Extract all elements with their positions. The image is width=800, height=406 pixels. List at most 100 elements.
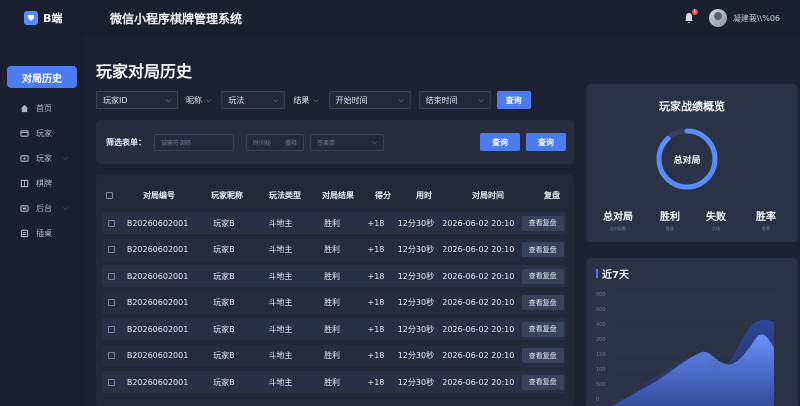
table-row: B20260602001 玩家B 斗地主 胜利 +18 12分30秒 2026-06-02 … bbox=[102, 318, 566, 340]
cell-result: 胜利 bbox=[324, 298, 341, 307]
sidebar-item-label: 后台 bbox=[36, 204, 52, 213]
result-label: 结果 bbox=[293, 95, 310, 105]
end-time-select[interactable]: 结束时间 ⌵ bbox=[418, 91, 491, 109]
logo-icon bbox=[24, 11, 38, 25]
table-row: B20260602001 玩家B 斗地主 胜利 +18 12分30秒 2026-06-02 … bbox=[102, 371, 566, 393]
start-time-select[interactable]: 开始时间 ⌵ bbox=[328, 91, 411, 109]
stat-winrate-label: 胜率 bbox=[756, 212, 776, 223]
chevron-down-icon: ⌵ bbox=[206, 95, 212, 104]
cell-result: 胜利 bbox=[324, 218, 341, 228]
play-type-select[interactable]: 玩法 ⌵ bbox=[221, 91, 286, 109]
stat-wins: 胜利 胜场 bbox=[648, 208, 692, 232]
cell-play-type: 斗地主 bbox=[268, 324, 293, 334]
filter-input-keyword[interactable]: 诚输符调碲 bbox=[154, 133, 234, 151]
cell-play-type: 斗地主 bbox=[268, 271, 293, 281]
sidebar-item-players-group[interactable]: 玩家 ⌵ bbox=[0, 146, 84, 171]
cell-score: +18 bbox=[367, 351, 385, 360]
result-filter[interactable]: 结果 ⌵ bbox=[293, 95, 318, 106]
cell-nickname: 玩家B bbox=[213, 377, 235, 387]
cell-time: 2026-06-02 20:10 bbox=[442, 245, 515, 254]
table-icon bbox=[20, 229, 29, 238]
sidebar-item-label: 棋牌 bbox=[36, 179, 52, 188]
filter-input-time-placeholder-2: 撒释 bbox=[284, 139, 297, 147]
chevron-down-icon: ⌵ bbox=[398, 95, 404, 104]
trend-area-chart: 800 600 400 200 150 100 500 0 bbox=[596, 292, 776, 406]
player-id-select[interactable]: 玩家ID ⌵ bbox=[96, 91, 178, 109]
sidebar-item-label: 首页 bbox=[36, 104, 52, 113]
end-time-value: 结束时间 bbox=[425, 95, 458, 105]
view-replay-button[interactable]: 查看复盘 bbox=[521, 242, 564, 257]
filter-query-button[interactable]: 查询 bbox=[480, 133, 520, 151]
notification-badge: 1 bbox=[691, 9, 698, 15]
view-replay-button[interactable]: 查看复盘 bbox=[521, 348, 564, 363]
cell-play-type: 斗地主 bbox=[268, 298, 293, 307]
cell-result: 胜利 bbox=[324, 377, 341, 387]
header-match-id: 对局编号 bbox=[143, 190, 175, 200]
row-checkbox[interactable] bbox=[108, 219, 116, 227]
cell-duration: 12分30秒 bbox=[397, 351, 435, 360]
view-replay-button[interactable]: 查看复盘 bbox=[521, 321, 564, 337]
y-tick-label: 0 bbox=[596, 397, 599, 403]
cell-result: 胜利 bbox=[324, 324, 341, 334]
row-checkbox[interactable] bbox=[108, 378, 116, 386]
row-checkbox[interactable] bbox=[108, 272, 116, 280]
system-title: 微信小程序棋牌管理系统 bbox=[110, 11, 243, 26]
y-tick-label: 200 bbox=[596, 337, 606, 343]
cell-play-type: 斗地主 bbox=[268, 218, 293, 228]
sidebar-item-boards[interactable]: 棋牌 bbox=[0, 171, 84, 196]
row-checkbox[interactable] bbox=[108, 246, 116, 253]
row-checkbox[interactable] bbox=[108, 299, 116, 306]
row-checkbox[interactable] bbox=[108, 325, 116, 333]
y-tick-label: 400 bbox=[596, 322, 606, 328]
cell-id: B20260602001 bbox=[126, 351, 189, 360]
filter-input-time[interactable]: 时间秘 撒释 bbox=[246, 133, 304, 151]
app-logo[interactable]: B端 bbox=[24, 10, 106, 26]
stat-losses: 失败 负场 bbox=[694, 208, 738, 232]
notification-button[interactable]: 1 bbox=[683, 9, 698, 24]
table-row: B20260602001 玩家B 斗地主 胜利 +18 12分30秒 2026-06-02 … bbox=[102, 265, 566, 287]
filter-query-button-2[interactable]: 查询 bbox=[526, 133, 566, 151]
view-replay-button[interactable]: 查看复盘 bbox=[521, 295, 564, 310]
y-tick-label: 500 bbox=[596, 382, 606, 388]
cell-duration: 12分30秒 bbox=[397, 298, 435, 307]
sidebar-item-players[interactable]: 玩家 bbox=[0, 121, 84, 146]
user-menu[interactable]: 凝建莪\\%06 bbox=[708, 9, 780, 27]
cell-duration: 12分30秒 bbox=[397, 324, 435, 334]
select-all-checkbox[interactable] bbox=[105, 191, 113, 199]
nickname-filter[interactable]: 昵称 ⌵ bbox=[186, 95, 211, 106]
view-replay-button[interactable]: 查看复盘 bbox=[521, 268, 564, 284]
cell-duration: 12分30秒 bbox=[397, 271, 435, 281]
chevron-down-icon: ⌵ bbox=[165, 95, 171, 104]
stat-winrate-sub: 胜率 bbox=[762, 226, 770, 231]
ring-label: 总对局 bbox=[673, 155, 701, 166]
sidebar: 对局历史 首页 玩家 玩家 ⌵ 棋牌 后台 ⌵ 插桌 bbox=[0, 36, 84, 406]
cell-result: 胜利 bbox=[324, 271, 341, 281]
cell-nickname: 玩家B bbox=[213, 298, 235, 307]
play-type-select-value: 玩法 bbox=[228, 95, 245, 105]
chevron-down-icon: ⌵ bbox=[478, 95, 484, 104]
sidebar-item-match-history[interactable]: 对局历史 bbox=[7, 66, 77, 88]
logo-text: B端 bbox=[43, 12, 63, 25]
query-button[interactable]: 查询 bbox=[496, 91, 531, 109]
nickname-label: 昵称 bbox=[186, 95, 202, 105]
user-name: 凝建莪\\%06 bbox=[732, 13, 780, 23]
cell-id: B20260602001 bbox=[126, 218, 189, 228]
cell-id: B20260602001 bbox=[126, 324, 189, 334]
filter-select[interactable]: 苍栗单 ⌵ bbox=[310, 133, 384, 151]
stat-losses-sub: 负场 bbox=[712, 226, 720, 231]
view-replay-button[interactable]: 查看复盘 bbox=[521, 215, 564, 231]
sidebar-item-label: 玩家 bbox=[36, 129, 52, 138]
y-tick-label: 150 bbox=[596, 352, 606, 358]
header-nickname: 玩家昵称 bbox=[211, 190, 243, 200]
cell-score: +18 bbox=[367, 218, 385, 228]
top-bar: B端 微信小程序棋牌管理系统 1 凝建莪\\%06 bbox=[0, 0, 800, 36]
cell-nickname: 玩家B bbox=[213, 351, 235, 360]
sidebar-item-home[interactable]: 首页 bbox=[0, 96, 84, 121]
row-checkbox[interactable] bbox=[108, 352, 116, 359]
view-replay-button[interactable]: 查看复盘 bbox=[521, 374, 564, 390]
sidebar-item-backend[interactable]: 后台 ⌵ bbox=[0, 196, 84, 221]
page-title: 玩家对局历史 bbox=[96, 62, 193, 81]
sidebar-item-tables[interactable]: 插桌 bbox=[0, 221, 84, 246]
header-score: 得分 bbox=[375, 190, 391, 200]
filter-select-placeholder: 苍栗单 bbox=[317, 139, 336, 147]
